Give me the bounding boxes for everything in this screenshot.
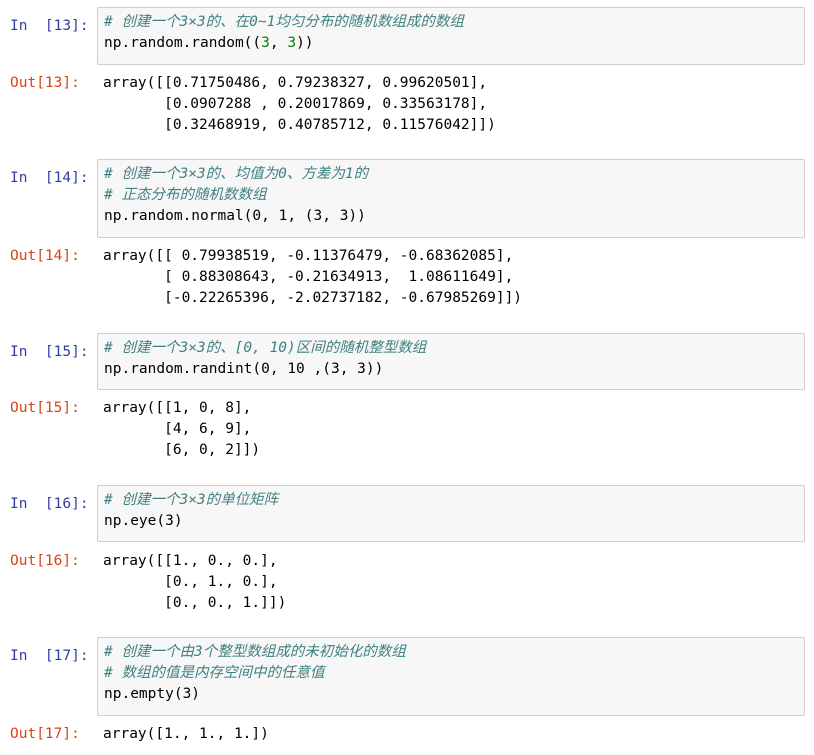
code-comment: # 正态分布的随机数数组 <box>104 187 267 203</box>
code-comment: # 创建一个3×3的、均值为0、方差为1的 <box>104 166 369 182</box>
code-line: np.eye(3) <box>104 513 183 529</box>
code-comment: # 创建一个3×3的单位矩阵 <box>104 492 279 508</box>
output-line: [0.32468919, 0.40785712, 0.11576042]]) <box>103 117 496 133</box>
input-prompt: In [16]: <box>10 496 89 512</box>
code-cell-input[interactable]: # 创建一个由3个整型数组成的未初始化的数组 # 数组的值是内存空间中的任意值 … <box>97 637 805 716</box>
output-area: array([[ 0.79938519, -0.11376479, -0.683… <box>103 246 803 309</box>
code-cell-input[interactable]: # 创建一个3×3的、[0, 10)区间的随机整型数组 np.random.ra… <box>97 333 805 390</box>
output-line: [4, 6, 9], <box>103 421 252 437</box>
output-line: array([1., 1., 1.]) <box>103 726 269 742</box>
code-cell-input[interactable]: # 创建一个3×3的单位矩阵 np.eye(3) <box>97 485 805 542</box>
input-prompt: In [17]: <box>10 648 89 664</box>
code-cell-input[interactable]: # 创建一个3×3的、在0~1均匀分布的随机数组成的数组 np.random.r… <box>97 7 805 65</box>
code-comment: # 数组的值是内存空间中的任意值 <box>104 665 325 681</box>
output-line: array([[1, 0, 8], <box>103 400 252 416</box>
output-area: array([[1., 0., 0.], [0., 1., 0.], [0., … <box>103 551 803 614</box>
input-prompt: In [13]: <box>10 18 89 34</box>
code-comment: # 创建一个3×3的、在0~1均匀分布的随机数组成的数组 <box>104 14 464 30</box>
code-comment: # 创建一个由3个整型数组成的未初始化的数组 <box>104 644 406 660</box>
output-prompt: Out[13]: <box>10 75 80 91</box>
input-prompt: In [14]: <box>10 170 89 186</box>
output-area: array([[1, 0, 8], [4, 6, 9], [6, 0, 2]]) <box>103 398 803 461</box>
output-prompt: Out[14]: <box>10 248 80 264</box>
code-line: np.random.normal(0, 1, (3, 3)) <box>104 208 366 224</box>
code-line: np.empty(3) <box>104 686 201 702</box>
output-prompt: Out[15]: <box>10 400 80 416</box>
code-cell-input[interactable]: # 创建一个3×3的、均值为0、方差为1的 # 正态分布的随机数数组 np.ra… <box>97 159 805 238</box>
output-area: array([1., 1., 1.]) <box>103 724 803 745</box>
output-prompt: Out[17]: <box>10 726 80 742</box>
output-line: [ 0.88308643, -0.21634913, 1.08611649], <box>103 269 514 285</box>
output-line: array([[ 0.79938519, -0.11376479, -0.683… <box>103 248 514 264</box>
output-prompt: Out[16]: <box>10 553 80 569</box>
output-line: array([[0.71750486, 0.79238327, 0.996205… <box>103 75 488 91</box>
output-area: array([[0.71750486, 0.79238327, 0.996205… <box>103 73 803 136</box>
code-line: np.random.randint(0, 10 ,(3, 3)) <box>104 361 384 377</box>
output-line: array([[1., 0., 0.], <box>103 553 278 569</box>
input-prompt: In [15]: <box>10 344 89 360</box>
code-comment: # 创建一个3×3的、[0, 10)区间的随机整型数组 <box>104 340 427 356</box>
output-line: [6, 0, 2]]) <box>103 442 261 458</box>
code-line: np.random.random((3, 3)) <box>104 35 314 51</box>
output-line: [0.0907288 , 0.20017869, 0.33563178], <box>103 96 488 112</box>
output-line: [0., 1., 0.], <box>103 574 278 590</box>
output-line: [0., 0., 1.]]) <box>103 595 287 611</box>
output-line: [-0.22265396, -2.02737182, -0.67985269]]… <box>103 290 523 306</box>
